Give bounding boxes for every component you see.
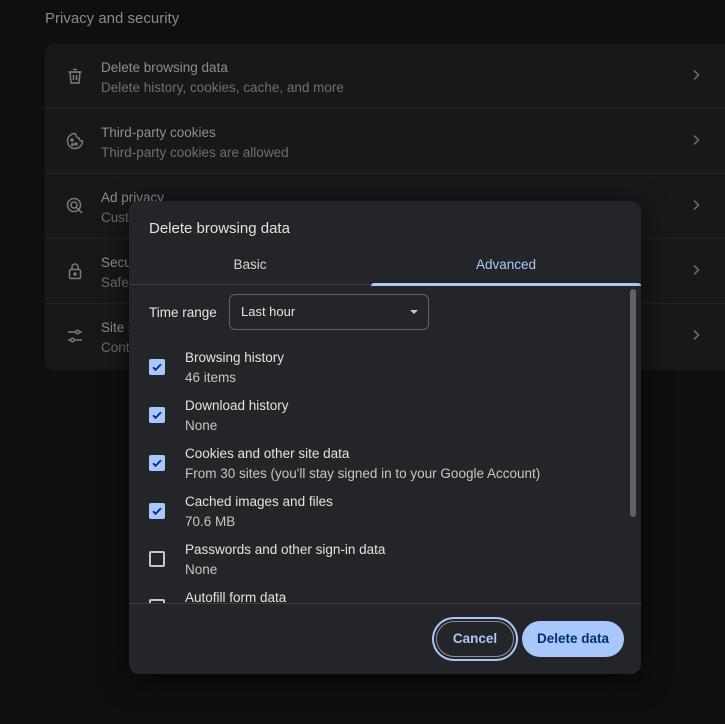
checkbox-download-history[interactable] (149, 407, 165, 423)
cancel-button[interactable]: Cancel (436, 621, 514, 657)
checkmark-icon (152, 411, 162, 420)
lock-icon (65, 261, 85, 281)
chevron-right-icon (689, 133, 703, 147)
cookie-icon (65, 131, 85, 151)
option-subtitle: 70.6 MB (185, 514, 236, 529)
checkmark-icon (152, 459, 162, 468)
tab-bar: Basic Advanced (129, 245, 641, 286)
tab-basic[interactable]: Basic (129, 245, 371, 285)
tab-advanced[interactable]: Advanced (371, 245, 641, 286)
delete-data-button[interactable]: Delete data (522, 621, 624, 657)
settings-page: Privacy and security Delete browsing dat… (0, 0, 725, 724)
chevron-right-icon (689, 68, 703, 82)
scrollbar[interactable] (627, 287, 639, 603)
checkbox-cached-images[interactable] (149, 503, 165, 519)
section-title: Privacy and security (45, 10, 180, 27)
option-title: Cookies and other site data (185, 446, 350, 461)
option-title: Autofill form data (185, 590, 287, 604)
row-title: Secu (101, 255, 132, 270)
checkbox-browsing-history[interactable] (149, 359, 165, 375)
row-delete-browsing-data[interactable]: Delete browsing data Delete history, coo… (45, 44, 725, 109)
option-cookies: Cookies and other site data From 30 site… (129, 446, 629, 494)
caret-down-icon (410, 310, 418, 314)
checkbox-passwords[interactable] (149, 551, 165, 567)
option-subtitle: From 30 sites (you'll stay signed in to … (185, 466, 541, 481)
option-subtitle: None (185, 418, 218, 433)
option-subtitle: None (185, 562, 218, 577)
checkmark-icon (152, 363, 162, 372)
option-cached-images: Cached images and files 70.6 MB (129, 494, 629, 542)
time-range-label: Time range (149, 305, 217, 320)
checkbox-cookies[interactable] (149, 455, 165, 471)
option-passwords: Passwords and other sign-in data None (129, 542, 629, 590)
time-range-value: Last hour (241, 304, 296, 319)
chevron-right-icon (689, 263, 703, 277)
dialog-title: Delete browsing data (149, 220, 290, 237)
option-title: Browsing history (185, 350, 285, 365)
option-subtitle: 46 items (185, 370, 237, 385)
option-title: Passwords and other sign-in data (185, 542, 386, 557)
trash-icon (65, 66, 85, 86)
sliders-icon (65, 326, 85, 346)
row-subtitle: Cust (101, 210, 129, 225)
option-download-history: Download history None (129, 398, 629, 446)
option-title: Cached images and files (185, 494, 333, 509)
row-subtitle: Third-party cookies are allowed (101, 145, 289, 160)
option-autofill: Autofill form data (129, 590, 629, 604)
row-subtitle: Safe (101, 275, 129, 290)
options-scroll-area[interactable]: Time range Last hour Browsing history 46… (129, 286, 641, 604)
ad-privacy-icon (65, 196, 85, 216)
row-subtitle: Delete history, cookies, cache, and more (101, 80, 344, 95)
row-third-party-cookies[interactable]: Third-party cookies Third-party cookies … (45, 109, 725, 174)
time-range-select[interactable]: Last hour (229, 294, 429, 330)
delete-browsing-data-dialog: Delete browsing data Basic Advanced Time… (129, 201, 641, 674)
checkmark-icon (152, 507, 162, 516)
chevron-right-icon (689, 328, 703, 342)
option-browsing-history: Browsing history 46 items (129, 350, 629, 398)
row-title: Third-party cookies (101, 125, 216, 140)
row-subtitle: Cont (101, 340, 130, 355)
option-title: Download history (185, 398, 289, 413)
row-title: Delete browsing data (101, 60, 228, 75)
checkbox-autofill[interactable] (149, 599, 165, 603)
chevron-right-icon (689, 198, 703, 212)
tab-advanced-label: Advanced (475, 257, 537, 272)
scrollbar-thumb[interactable] (630, 289, 636, 517)
